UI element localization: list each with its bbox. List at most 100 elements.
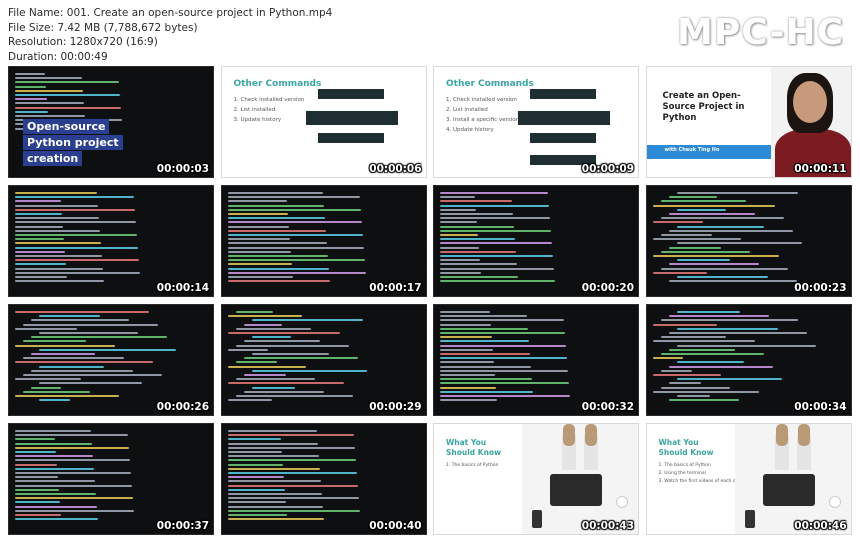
video-thumbnail[interactable]: Create an Open-Source Project in Python w…	[645, 66, 852, 178]
video-thumbnail[interactable]: 00:00:29	[220, 304, 427, 416]
text-line	[440, 271, 481, 274]
cup	[616, 496, 628, 508]
text-line	[235, 361, 277, 364]
text-line	[227, 472, 357, 474]
text-line	[227, 213, 288, 215]
video-thumbnail[interactable]: 00:00:14	[8, 185, 214, 297]
text-line	[15, 509, 134, 512]
text-line	[676, 242, 802, 245]
slide-list-item: 3. Update history	[233, 117, 282, 123]
timestamp: 00:00:46	[794, 520, 847, 532]
text-line	[660, 319, 798, 322]
shoe	[585, 424, 597, 446]
text-line	[227, 242, 327, 245]
video-thumbnail[interactable]: What You Should Know 1. The basics of Pyth…	[433, 423, 639, 535]
text-line	[23, 374, 162, 376]
text-line	[15, 234, 137, 236]
text-line	[668, 213, 755, 215]
text-line	[235, 344, 349, 347]
text-line	[227, 348, 268, 351]
text-line	[15, 438, 55, 441]
text-line	[243, 357, 358, 360]
text-line	[440, 340, 529, 343]
text-line	[15, 280, 104, 283]
text-line	[227, 246, 364, 249]
text-line	[440, 332, 565, 334]
command-box	[530, 133, 596, 143]
text-line	[227, 514, 287, 516]
slide-list-item: 2. List installed	[446, 107, 488, 113]
text-line	[676, 395, 710, 397]
video-thumbnail[interactable]: 00:00:17	[220, 185, 427, 297]
text-line	[440, 344, 566, 347]
text-line	[15, 267, 103, 270]
timestamp: 00:00:29	[369, 401, 422, 413]
text-line	[227, 484, 358, 487]
text-line	[15, 395, 119, 397]
text-line	[652, 255, 779, 257]
timestamp: 00:00:32	[581, 401, 634, 413]
text-line	[15, 221, 136, 224]
video-thumbnail[interactable]: 00:00:20	[433, 185, 639, 297]
text-line	[668, 348, 735, 351]
text-line	[440, 327, 528, 330]
text-line	[440, 386, 496, 389]
resolution: Resolution: 1280x720 (16:9)	[8, 36, 158, 48]
text-line	[15, 204, 98, 207]
text-line	[660, 336, 726, 339]
text-line	[15, 89, 83, 92]
text-line	[251, 369, 367, 372]
video-thumbnail[interactable]: 00:00:40	[220, 423, 427, 535]
text-line	[440, 242, 552, 245]
text-line	[440, 204, 549, 207]
timestamp: 00:00:43	[581, 520, 634, 532]
timestamp: 00:00:40	[369, 520, 422, 532]
timestamp: 00:00:14	[156, 282, 209, 294]
text-line	[440, 267, 554, 270]
timestamp: 00:00:09	[581, 163, 634, 175]
slide-list-item: 1. The basics of Python	[446, 463, 499, 468]
shoe	[563, 424, 575, 446]
text-line	[23, 323, 158, 326]
video-thumbnail[interactable]: Other Commands 1. Check installed version…	[433, 66, 639, 178]
text-line	[15, 311, 149, 313]
text-line	[31, 319, 129, 322]
text-line	[235, 311, 273, 313]
text-line	[15, 225, 63, 228]
text-line	[440, 361, 494, 364]
text-line	[440, 378, 532, 381]
slide-title: What You Should Know	[446, 438, 502, 457]
text-line	[227, 467, 320, 470]
text-line	[15, 501, 60, 504]
video-thumbnail[interactable]: 00:00:37	[8, 423, 214, 535]
author-name: with Cheuk Ting Ho	[664, 147, 720, 153]
text-line	[652, 374, 721, 376]
video-thumbnail[interactable]: Open-source Python project creation 00:00:0…	[8, 66, 214, 178]
duration: Duration: 00:00:49	[8, 50, 108, 63]
text-line	[23, 340, 86, 343]
video-thumbnail[interactable]: 00:00:32	[433, 304, 639, 416]
text-line	[440, 399, 497, 402]
text-line	[227, 217, 325, 220]
text-line	[235, 378, 315, 381]
text-line	[227, 204, 324, 207]
face	[792, 81, 827, 123]
text-line	[39, 332, 138, 334]
command-box	[317, 133, 384, 143]
text-line	[676, 192, 798, 194]
video-thumbnail[interactable]: 00:00:34	[645, 304, 852, 416]
video-thumbnail[interactable]: 00:00:23	[645, 185, 852, 297]
text-line	[227, 455, 319, 458]
text-line	[660, 217, 784, 220]
slide-list-item: 3. Install a specific version	[446, 117, 520, 123]
text-line	[440, 374, 495, 376]
text-line	[440, 336, 492, 339]
text-line	[15, 442, 92, 445]
video-thumbnail[interactable]: 00:00:26	[8, 304, 214, 416]
timestamp: 00:00:20	[581, 282, 634, 294]
command-box	[530, 89, 596, 99]
video-thumbnail[interactable]: What You Should Know 1. The basics of Pyth…	[645, 423, 852, 535]
video-thumbnail[interactable]: Other Commands 1. Check installed version…	[220, 66, 427, 178]
text-line	[23, 390, 90, 393]
slide-list-item: 4. Update history	[446, 127, 494, 133]
